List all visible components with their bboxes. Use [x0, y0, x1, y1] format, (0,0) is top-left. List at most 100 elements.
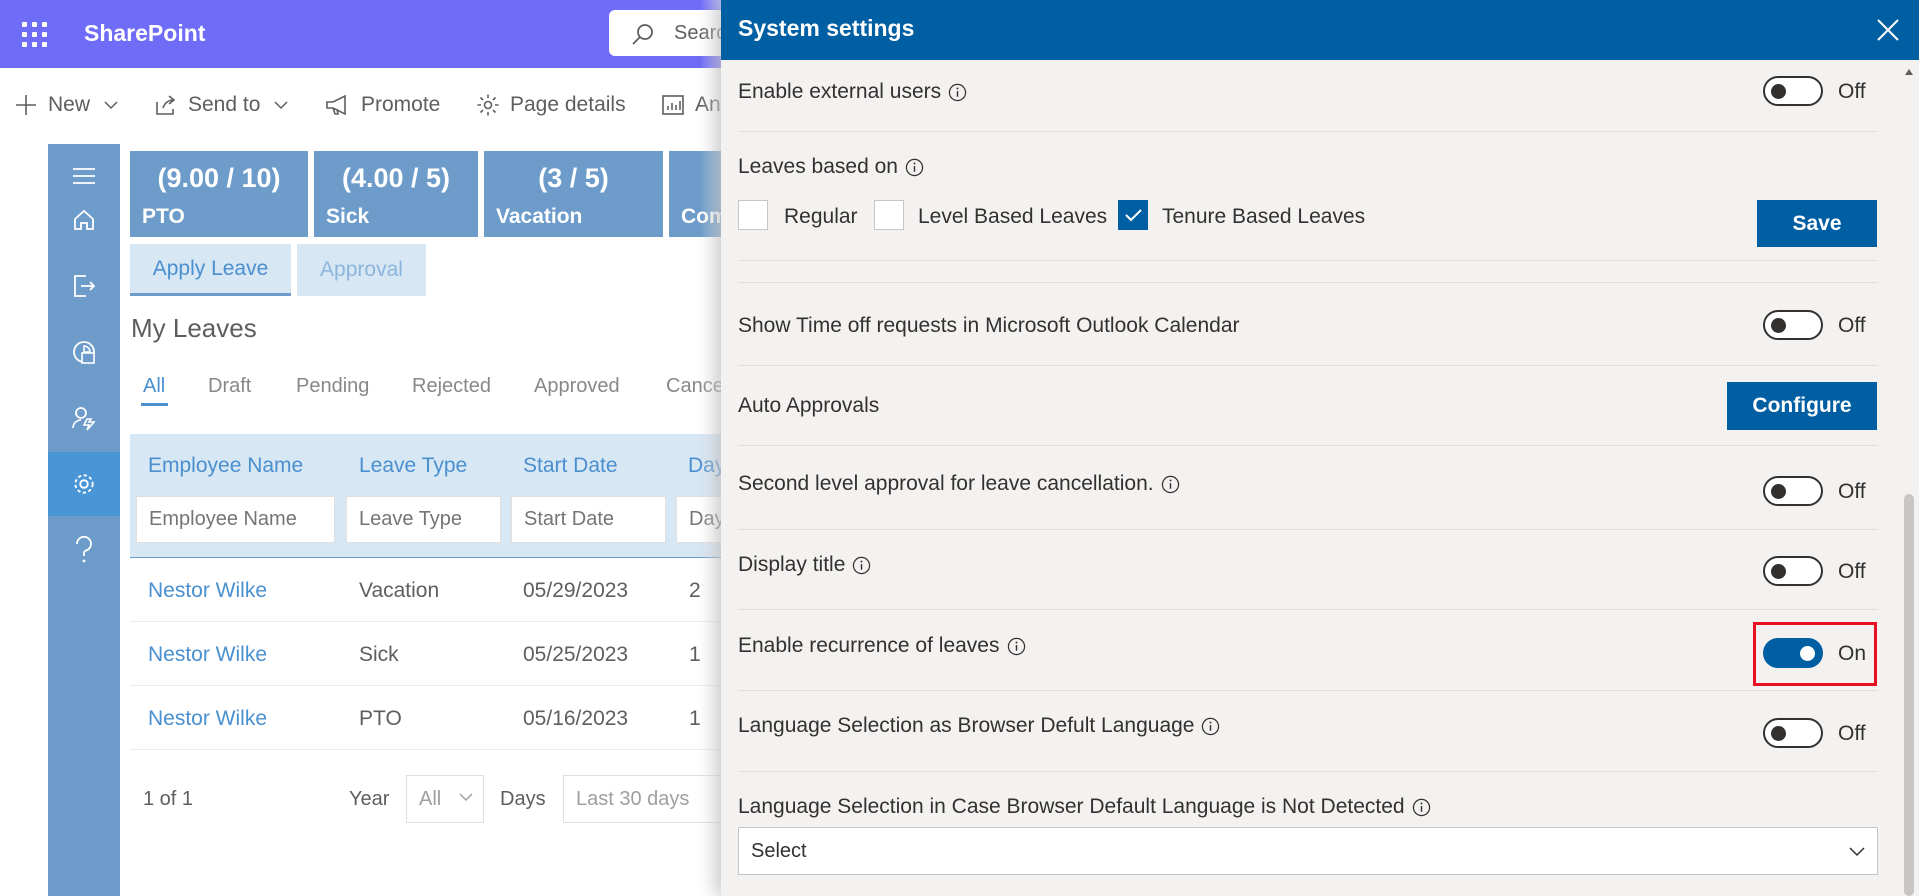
balance-tile-sick[interactable]: (4.00 / 5) Sick: [314, 151, 478, 237]
plus-icon: [16, 95, 36, 115]
cell-leave-type: Sick: [359, 643, 399, 666]
panel-scrollbar[interactable]: [1899, 60, 1919, 896]
checkbox-tenure-based[interactable]: [1118, 200, 1148, 230]
tile-value: (3 / 5): [538, 163, 609, 193]
divider: [738, 445, 1878, 446]
report-icon: [73, 341, 95, 364]
new-button[interactable]: New: [14, 90, 118, 120]
info-icon[interactable]: [1161, 475, 1180, 494]
setting-auto-approvals: Auto Approvals: [738, 394, 879, 418]
rail-settings[interactable]: [48, 452, 120, 516]
select-value: Select: [751, 840, 807, 862]
setting-second-level-approval: Second level approval for leave cancella…: [738, 472, 1180, 496]
app-launcher-icon[interactable]: [19, 19, 49, 49]
balance-tile-pto[interactable]: (9.00 / 10) PTO: [130, 151, 308, 237]
tab-apply-leave[interactable]: Apply Leave: [130, 244, 291, 296]
cell-leave-type: PTO: [359, 707, 402, 730]
setting-label: Language Selection as Browser Defult Lan…: [738, 714, 1195, 737]
app-name[interactable]: SharePoint: [84, 20, 205, 47]
save-button[interactable]: Save: [1757, 200, 1877, 247]
info-icon[interactable]: [1007, 637, 1026, 656]
tab-approval[interactable]: Approval: [297, 244, 426, 296]
pivot-pending[interactable]: Pending: [296, 375, 369, 398]
checkbox-regular[interactable]: [738, 200, 768, 230]
rail-help[interactable]: [48, 518, 120, 582]
external-users-toggle[interactable]: [1763, 76, 1823, 106]
setting-outlook-calendar: Show Time off requests in Microsoft Outl…: [738, 314, 1240, 338]
days-label: Days: [500, 788, 546, 810]
setting-label: Second level approval for leave cancella…: [738, 472, 1154, 495]
checkbox-level-based[interactable]: [874, 200, 904, 230]
filter-leave-type[interactable]: [346, 496, 501, 543]
second-level-approval-toggle[interactable]: [1763, 476, 1823, 506]
year-label: Year: [349, 788, 390, 810]
panel-header: System settings: [721, 0, 1919, 60]
year-value: All: [419, 787, 442, 810]
column-leave-type[interactable]: Leave Type: [359, 454, 467, 478]
pivot-all[interactable]: All: [143, 375, 165, 398]
rail-home[interactable]: [48, 188, 120, 252]
rail-manage-users[interactable]: [48, 386, 120, 450]
checkbox-level-based-label[interactable]: Level Based Leaves: [918, 205, 1107, 229]
cell-employee[interactable]: Nestor Wilke: [148, 707, 267, 731]
send-to-button[interactable]: Send to: [154, 90, 288, 120]
cell-start-date: 05/16/2023: [523, 707, 629, 730]
setting-label: Auto Approvals: [738, 394, 880, 417]
close-icon[interactable]: [1875, 17, 1901, 43]
year-dropdown[interactable]: All: [406, 775, 484, 823]
cell-days: 1: [689, 707, 701, 730]
scroll-up-arrow-icon[interactable]: [1904, 68, 1914, 76]
cell-employee[interactable]: Nestor Wilke: [148, 579, 267, 603]
pager-status: 1 of 1: [143, 788, 194, 810]
outlook-calendar-toggle[interactable]: [1763, 310, 1823, 340]
setting-label: Leaves based on: [738, 155, 898, 178]
setting-recurrence: Enable recurrence of leaves: [738, 634, 1026, 658]
info-icon[interactable]: [1412, 798, 1431, 817]
cell-employee[interactable]: Nestor Wilke: [148, 643, 267, 667]
setting-label: Show Time off requests in Microsoft Outl…: [738, 314, 1240, 337]
column-start-date[interactable]: Start Date: [523, 454, 618, 478]
promote-button[interactable]: Promote: [325, 90, 440, 120]
filter-start-date[interactable]: [511, 496, 666, 543]
display-title-state: Off: [1838, 560, 1866, 583]
column-employee-name[interactable]: Employee Name: [148, 454, 303, 478]
rail-apply-leave[interactable]: [48, 254, 120, 318]
pivot-draft[interactable]: Draft: [208, 375, 251, 398]
gear-icon: [477, 94, 499, 116]
rail-reports[interactable]: [48, 320, 120, 384]
info-icon[interactable]: [1201, 717, 1220, 736]
divider: [738, 365, 1878, 366]
cell-days: 2: [689, 579, 701, 602]
external-users-state: Off: [1838, 80, 1866, 103]
my-leaves-title: My Leaves: [131, 313, 257, 343]
app-nav-rail: [48, 144, 120, 896]
checkbox-tenure-based-label[interactable]: Tenure Based Leaves: [1162, 205, 1365, 229]
sign-out-icon: [74, 275, 96, 297]
balance-tile-vacation[interactable]: (3 / 5) Vacation: [484, 151, 663, 237]
setting-label: Enable recurrence of leaves: [738, 634, 1000, 657]
setting-external-users: Enable external users: [738, 80, 967, 104]
panel-title: System settings: [738, 15, 915, 41]
new-label: New: [48, 93, 91, 116]
chevron-down-icon: [459, 793, 473, 802]
analytics-icon: [662, 95, 684, 115]
chevron-down-icon: [274, 101, 288, 110]
divider: [738, 609, 1878, 610]
configure-button[interactable]: Configure: [1727, 382, 1877, 430]
divider: [738, 260, 1878, 261]
info-icon[interactable]: [905, 158, 924, 177]
cell-days: 1: [689, 643, 701, 666]
info-icon[interactable]: [948, 83, 967, 102]
filter-employee-name[interactable]: [136, 496, 335, 543]
checkbox-regular-label[interactable]: Regular: [784, 205, 858, 229]
page-details-button[interactable]: Page details: [476, 90, 626, 120]
pivot-approved[interactable]: Approved: [534, 375, 620, 398]
cell-start-date: 05/29/2023: [523, 579, 629, 602]
fallback-language-select[interactable]: Select: [738, 827, 1878, 875]
info-icon[interactable]: [852, 556, 871, 575]
pivot-rejected[interactable]: Rejected: [412, 375, 491, 398]
panel-shadow: [700, 0, 721, 896]
scroll-thumb[interactable]: [1904, 494, 1914, 896]
display-title-toggle[interactable]: [1763, 556, 1823, 586]
browser-language-toggle[interactable]: [1763, 718, 1823, 748]
